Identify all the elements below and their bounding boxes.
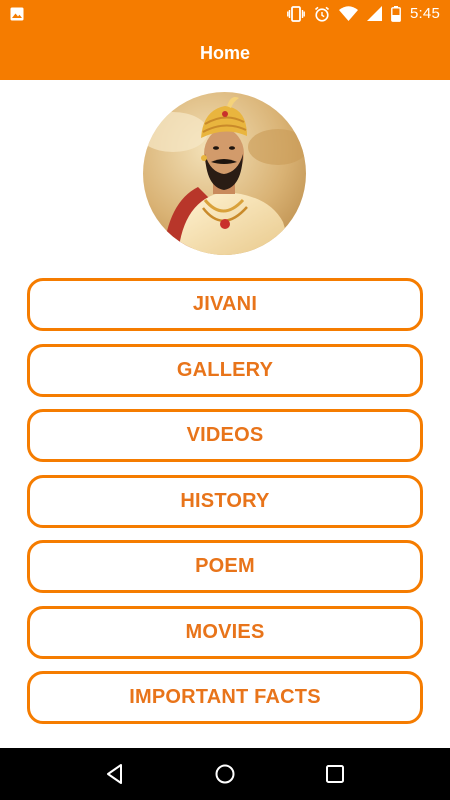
history-button[interactable]: HISTORY [27,474,423,528]
videos-button-label: VIDEOS [186,424,264,446]
main-menu: JIVANI GALLERY VIDEOS HISTORY POEM MOVIE… [27,278,423,737]
home-button[interactable] [205,754,245,794]
jivani-button[interactable]: JIVANI [27,278,423,331]
portrait-avatar [143,92,306,255]
navigation-bar [0,748,450,800]
alarm-icon [314,6,330,22]
app-bar: Home [0,27,450,80]
jivani-button-label: JIVANI [192,293,258,315]
poem-button[interactable]: POEM [27,540,423,593]
image-notification-icon [10,7,24,21]
videos-button[interactable]: VIDEOS [27,409,423,462]
gallery-button-label: GALLERY [176,358,274,381]
recents-button[interactable] [315,754,355,794]
avatar [143,92,306,255]
status-time: 5:45 [410,5,440,22]
important-facts-button-label: IMPORTANT FACTS [129,686,321,708]
signal-icon [367,6,382,21]
status-bar: 5:45 [0,0,450,27]
gallery-button[interactable]: GALLERY [27,343,423,397]
battery-icon [391,5,401,22]
page-title: Home [199,43,250,63]
vibrate-icon [287,5,305,22]
movies-button-label: MOVIES [185,620,265,643]
recents-icon [326,765,344,783]
poem-button-label: POEM [195,555,255,577]
back-button[interactable] [95,754,135,794]
movies-button[interactable]: MOVIES [27,605,423,659]
important-facts-button[interactable]: IMPORTANT FACTS [27,671,423,724]
history-button-label: HISTORY [180,489,270,512]
home-icon [215,764,235,784]
wifi-icon [339,6,358,21]
back-icon [107,764,122,784]
